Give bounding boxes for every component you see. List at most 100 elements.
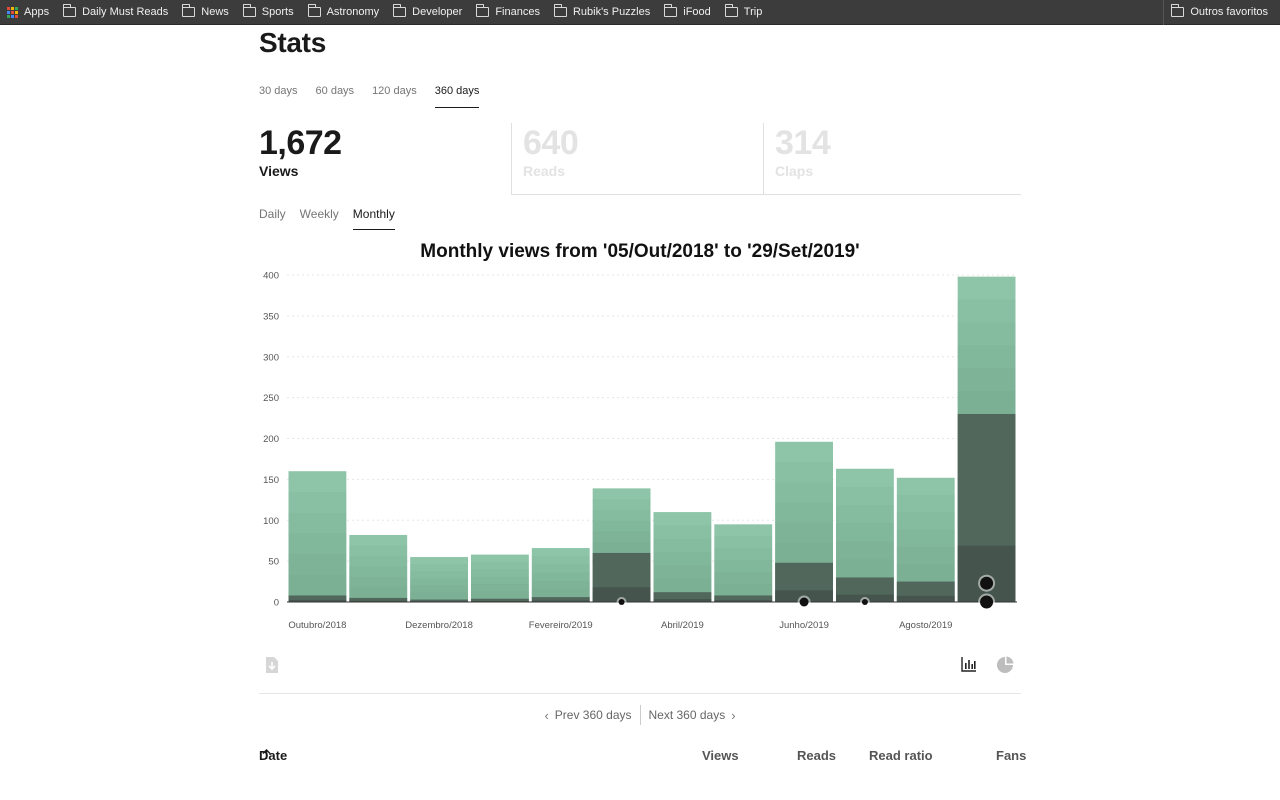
bar-band [349, 545, 408, 602]
bar-band [471, 561, 529, 602]
tab-weekly[interactable]: Weekly [300, 207, 339, 230]
metric-value: 314 [775, 124, 831, 162]
bar[interactable] [288, 471, 347, 602]
bar[interactable] [775, 441, 833, 602]
tab-360-days[interactable]: 360 days [434, 85, 480, 108]
bookmark-trip[interactable]: Trip [718, 0, 770, 25]
marker-dot [980, 576, 994, 590]
x-tick-label: Abril/2019 [661, 620, 704, 631]
metric-label: Claps [775, 163, 814, 179]
bookmark-label: Outros favoritos [1190, 6, 1268, 18]
next-period-button[interactable]: Next 360 days › [641, 708, 750, 723]
bookmark-label: Apps [24, 6, 50, 18]
metric-views[interactable]: 1,672 Views [259, 123, 511, 195]
stats-table-header: Date Views Reads Read ratio Fans [259, 748, 1026, 768]
x-tick-label: Agosto/2019 [899, 620, 952, 631]
bookmark-developer[interactable]: Developer [386, 0, 469, 25]
metric-value: 1,672 [259, 124, 342, 162]
y-tick-label: 300 [263, 352, 279, 363]
bar[interactable] [471, 554, 529, 602]
folder-icon [664, 4, 678, 17]
tab-120-days[interactable]: 120 days [372, 85, 417, 108]
folder-icon [182, 4, 196, 17]
metric-claps[interactable]: 314 Claps [763, 123, 1021, 195]
column-date[interactable]: Date [259, 748, 287, 763]
folder-icon [1171, 4, 1185, 17]
prev-label: Prev 360 days [554, 708, 632, 722]
y-tick-label: 350 [263, 311, 279, 322]
page-title: Stats [259, 27, 326, 58]
metric-reads[interactable]: 640 Reads [511, 123, 763, 195]
folder-icon [63, 4, 77, 17]
column-views[interactable]: Views [702, 748, 739, 763]
bar[interactable] [349, 534, 408, 602]
monthly-views-chart: 0 50 100 150 200 250 300 350 400 Outubro/2018 Deze… [263, 271, 1017, 631]
bar-segment-darkest [896, 595, 955, 602]
bar[interactable] [896, 477, 955, 602]
tab-60-days[interactable]: 60 days [316, 85, 355, 108]
bar-band [288, 491, 347, 602]
metric-label: Reads [523, 163, 566, 179]
bookmark-finances[interactable]: Finances [469, 0, 547, 25]
bookmark-daily-must-reads[interactable]: Daily Must Reads [56, 0, 175, 25]
download-file-icon[interactable] [265, 656, 281, 674]
metric-value: 640 [523, 124, 579, 162]
chart-area: 0 50 100 150 200 250 300 350 400 Outubro/2018 Deze… [259, 268, 1021, 638]
bar-chart-icon[interactable] [961, 656, 977, 674]
metrics-row: 1,672 Views 640 Reads 314 Claps [259, 123, 1021, 195]
column-label: Date [259, 748, 288, 763]
bookmark-label: Developer [412, 6, 463, 18]
bookmark-astronomy[interactable]: Astronomy [301, 0, 387, 25]
marker-dot [980, 595, 994, 609]
bar[interactable] [653, 512, 712, 602]
bar-band [410, 564, 468, 602]
bookmark-apps[interactable]: Apps [0, 0, 56, 25]
bar-band [653, 525, 712, 602]
bookmark-label: Finances [495, 6, 540, 18]
bar[interactable] [410, 557, 468, 602]
apps-grid-icon [7, 6, 18, 18]
bar-band [531, 556, 590, 602]
tab-30-days[interactable]: 30 days [259, 85, 298, 108]
bar[interactable] [531, 548, 590, 602]
bookmark-label: Sports [261, 6, 294, 18]
folder-icon [242, 4, 256, 17]
folder-icon [393, 4, 407, 17]
y-tick-label: 50 [268, 557, 279, 568]
bar[interactable] [714, 524, 773, 602]
bar[interactable] [836, 468, 894, 602]
folder-icon [553, 4, 567, 17]
bookmark-news[interactable]: News [175, 0, 236, 25]
folder-icon [307, 4, 321, 17]
bookmark-ifood[interactable]: iFood [657, 0, 718, 25]
x-tick-label: Junho/2019 [779, 620, 829, 631]
bookmark-label: Rubik's Puzzles [572, 6, 651, 18]
x-tick-label: Outubro/2018 [288, 620, 346, 631]
y-tick-label: 250 [263, 393, 279, 404]
tab-daily[interactable]: Daily [259, 207, 286, 230]
bookmark-outros-favoritos[interactable]: Outros favoritos [1163, 0, 1280, 25]
bar[interactable] [957, 276, 1016, 602]
y-tick-label: 100 [263, 516, 279, 527]
prev-period-button[interactable]: ‹ Prev 360 days [530, 708, 639, 723]
marker-dot [799, 597, 809, 607]
divider [259, 693, 1021, 694]
bar-band [714, 536, 773, 602]
column-read-ratio[interactable]: Read ratio [869, 748, 933, 763]
column-fans[interactable]: Fans [996, 748, 1026, 763]
chart-title: Monthly views from '05/Out/2018' to '29/… [420, 241, 860, 262]
y-tick-label: 0 [274, 598, 279, 609]
column-reads[interactable]: Reads [797, 748, 836, 763]
pie-chart-icon[interactable] [996, 656, 1014, 674]
range-tabs: 30 days 60 days 120 days 360 days [259, 85, 497, 108]
bookmark-label: Trip [743, 6, 763, 18]
bookmark-label: News [201, 6, 229, 18]
bookmark-rubiks-puzzles[interactable]: Rubik's Puzzles [547, 0, 657, 25]
tab-monthly[interactable]: Monthly [352, 207, 395, 230]
bookmark-sports[interactable]: Sports [236, 0, 301, 25]
pagination: ‹ Prev 360 days Next 360 days › [259, 705, 1021, 725]
bar[interactable] [592, 488, 651, 602]
period-tabs: Daily Weekly Monthly [259, 207, 409, 230]
folder-icon [724, 4, 738, 17]
marker-dot [618, 599, 625, 605]
